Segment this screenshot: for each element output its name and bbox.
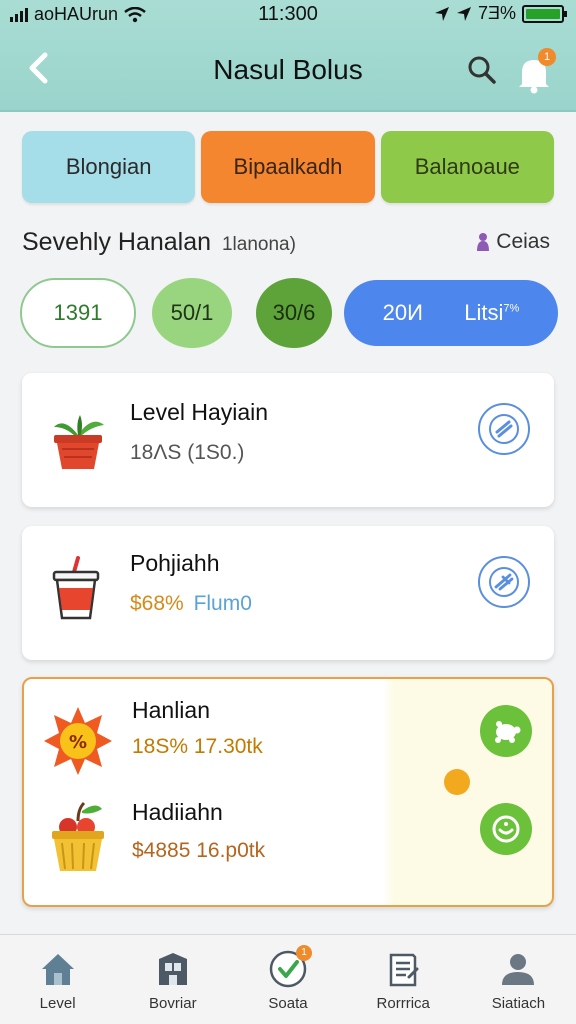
section-subtitle: 1lanona) — [221, 234, 296, 255]
highlighted-card: % Hanlian 18S% 17.30tk Hadiiahn $4885 16… — [22, 677, 554, 907]
section-title-text: Sevehly Hanalan — [22, 228, 212, 256]
section-link-label: Ceias — [496, 230, 550, 253]
section-title: Sevehly Hanalan 1lanona) — [22, 228, 296, 257]
document-icon — [389, 953, 419, 987]
tab-siatiach[interactable]: Siatiach — [461, 935, 576, 1024]
segment-1[interactable]: Blongian — [22, 131, 196, 203]
section-link[interactable]: Ceias — [476, 230, 550, 254]
battery-percent: 7Ǝ% — [477, 3, 516, 23]
svg-text:%: % — [69, 732, 87, 753]
cabinet-icon — [158, 953, 187, 985]
status-bar: aoHAUrun 11:300 7Ǝ% — [0, 0, 576, 30]
section-header: Sevehly Hanalan 1lanona) Ceias — [22, 226, 550, 262]
person-icon — [502, 954, 535, 985]
nav-bar: Nasul Bolus 1 — [0, 30, 576, 110]
item-price-extra: Flum0 — [193, 592, 252, 615]
filter-chip-1[interactable]: 1391 — [20, 278, 136, 348]
item-price: $68% — [130, 592, 184, 615]
tab-bovriar[interactable]: Bovriar — [115, 935, 230, 1024]
percent-swirl-icon — [489, 414, 519, 444]
battery-icon — [522, 4, 567, 23]
bottom-tab-bar: Level Bovriar 1 Soata Rorrrica Siatiach — [0, 934, 576, 1024]
item-action-button[interactable] — [480, 705, 532, 757]
location-arrow-icon — [456, 6, 471, 21]
item-price: $4885 16.p0tk — [132, 839, 266, 862]
filter-chip-3[interactable]: 30/6 — [256, 278, 332, 348]
tab-label: Rorrrica — [376, 995, 430, 1012]
home-icon — [41, 954, 74, 985]
item-action-button[interactable] — [478, 403, 530, 455]
item-name: Hadiiahn — [132, 799, 223, 825]
fruit-basket-icon — [52, 801, 104, 871]
search-icon — [468, 56, 496, 84]
tab-label: Soata — [268, 995, 308, 1012]
segment-2[interactable]: Bipaalkadh — [201, 131, 375, 203]
filter-chip-4-secondary: Litsi7% — [464, 300, 520, 325]
person-small-icon — [477, 233, 490, 251]
plant-pot-icon — [54, 415, 104, 469]
tab-level[interactable]: Level — [0, 935, 115, 1024]
tab-label: Bovriar — [149, 995, 197, 1012]
smile-coin-icon — [492, 815, 520, 843]
item-price-row: $68% Flum0 — [130, 592, 252, 616]
notifications-button[interactable]: 1 — [516, 48, 556, 94]
tab-icon-wrap: 1 — [268, 945, 312, 989]
list-item[interactable]: Pohjiahh $68% Flum0 — [22, 526, 554, 660]
category-segments: Blongian Bipaalkadh Balanoaue — [22, 131, 554, 203]
tab-label: Level — [39, 995, 76, 1012]
item-name: Level Hayiain — [130, 399, 269, 425]
search-button[interactable] — [464, 52, 500, 88]
filter-chips: 1391 50/1 30/6 20И Litsi7% — [20, 278, 558, 350]
tab-label: Siatiach — [491, 995, 546, 1012]
item-action-button[interactable] — [478, 556, 530, 608]
sun-badge-icon: % — [44, 707, 112, 775]
notification-badge: 1 — [538, 48, 556, 66]
fork-knife-icon — [489, 567, 519, 597]
filter-chip-4-primary: 20И — [382, 300, 423, 325]
filter-chip-4[interactable]: 20И Litsi7% — [344, 280, 558, 346]
item-name: Hanlian — [132, 697, 210, 723]
item-name: Pohjiahh — [130, 550, 220, 576]
location-arrow-icon — [434, 6, 449, 21]
list-item[interactable]: Level Hayiain 18ΛS (1S0.) — [22, 373, 554, 507]
item-price: 18ΛS (1S0.) — [130, 441, 245, 464]
tab-rorrrica[interactable]: Rorrrica — [346, 935, 461, 1024]
indicator-dot — [444, 769, 470, 795]
status-right: 7Ǝ% — [434, 3, 567, 24]
item-price: 18S% 17.30tk — [132, 735, 263, 758]
juice-cup-icon — [52, 556, 100, 620]
app-header: aoHAUrun 11:300 7Ǝ% Nasul Bolus 1 — [0, 0, 576, 112]
segment-3[interactable]: Balanoaue — [380, 131, 554, 203]
filter-chip-2[interactable]: 50/1 — [152, 278, 232, 348]
tab-badge: 1 — [296, 945, 312, 961]
turtle-icon — [495, 721, 521, 743]
item-action-button[interactable] — [480, 803, 532, 855]
tab-soata[interactable]: 1 Soata — [230, 935, 345, 1024]
